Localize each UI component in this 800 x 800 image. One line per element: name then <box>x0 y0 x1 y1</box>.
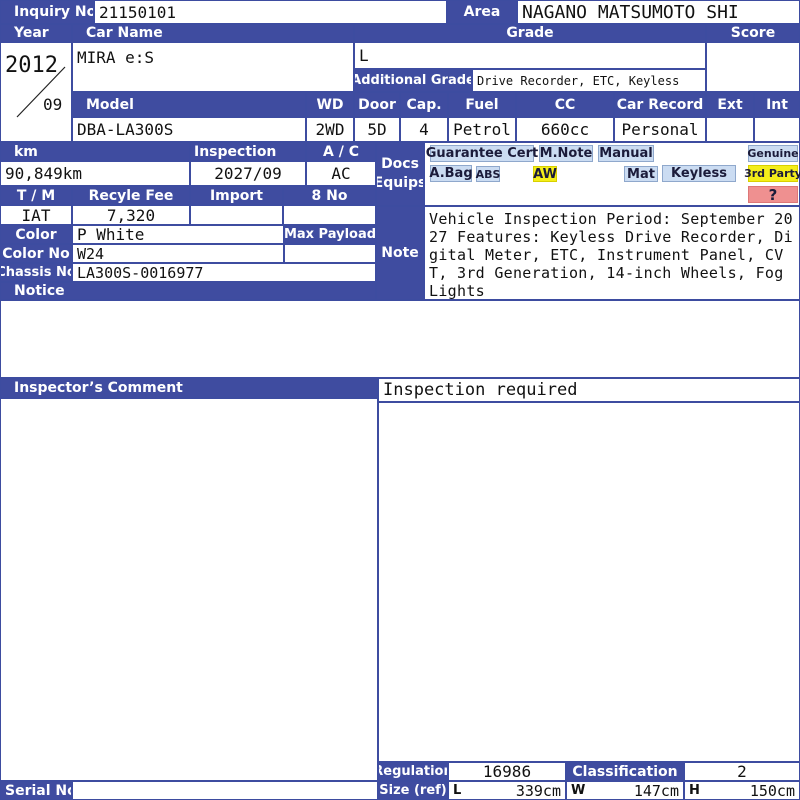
docs-equips-label: Docs Equips <box>376 142 424 206</box>
wd-label: WD <box>306 92 354 117</box>
year-label: Year <box>0 24 72 42</box>
car-record-label: Car Record <box>614 92 706 117</box>
size-l-label: L <box>453 783 462 798</box>
int-label: Int <box>754 92 800 117</box>
eight-no-value <box>283 205 376 225</box>
area-label: Area <box>447 0 517 24</box>
max-payload-label: Max Payload <box>284 225 376 244</box>
door-value: 5D <box>354 117 400 142</box>
area-value: NAGANO MATSUMOTO SHI <box>517 0 800 24</box>
max-payload-value <box>284 244 376 263</box>
size-l-value: 339cm <box>515 781 561 800</box>
docs-label: Docs <box>381 156 419 172</box>
serial-no-label: Serial No <box>0 781 72 800</box>
fuel-value: Petrol <box>448 117 516 142</box>
serial-no-value <box>72 781 378 800</box>
a-bag-tag: A.Bag <box>429 165 473 182</box>
car-record-value: Personal <box>614 117 706 142</box>
model-label: Model <box>72 92 306 117</box>
notice-label: Notice <box>0 282 376 300</box>
regulation-label: Regulation <box>378 762 448 781</box>
import-value <box>190 205 283 225</box>
km-label: km <box>0 142 190 161</box>
chassis-no-label: Chassis No <box>0 263 72 282</box>
ext-value <box>706 117 754 142</box>
third-party-tag: 3rd Party <box>744 165 800 182</box>
additional-grade-value: Drive Recorder, ETC, Keyless <box>472 69 706 92</box>
cc-value: 660cc <box>516 117 614 142</box>
model-value: DBA-LA300S <box>72 117 306 142</box>
inspection-value: 2027/09 <box>190 161 306 186</box>
color-label: Color <box>0 225 72 244</box>
classification-label: Classification <box>566 762 684 781</box>
inquiry-no-label: Inquiry No <box>0 0 94 24</box>
manual-tag: Manual <box>598 145 654 162</box>
grade-value: L <box>354 42 706 69</box>
recycle-fee-label: Recyle Fee <box>72 186 190 205</box>
car-name-label: Car Name <box>72 24 354 42</box>
inspector-comment-left-area <box>0 398 378 781</box>
color-no-label: Color No <box>0 244 72 263</box>
inspector-comment-right-area <box>378 402 800 762</box>
ac-value: AC <box>306 161 376 186</box>
keyless-tag: Keyless <box>662 165 736 182</box>
chassis-no-value: LA300S-0016977 <box>72 263 376 282</box>
tm-value: IAT <box>0 205 72 225</box>
ext-label: Ext <box>706 92 754 117</box>
car-name-value: MIRA e:S <box>72 42 354 92</box>
size-w-label: W <box>571 783 586 798</box>
note-value: Vehicle Inspection Period: September 202… <box>424 206 800 300</box>
fuel-label: Fuel <box>448 92 516 117</box>
size-w-value: 147cm <box>633 781 679 800</box>
m-note-tag: M.Note <box>539 145 593 162</box>
score-value <box>706 42 800 92</box>
door-label: Door <box>354 92 400 117</box>
size-w-cell: W 147cm <box>566 781 684 800</box>
int-value <box>754 117 800 142</box>
eight-no-label: 8 No <box>283 186 376 205</box>
score-label: Score <box>706 24 800 42</box>
regulation-value: 16986 <box>448 762 566 781</box>
size-l-cell: L 339cm <box>448 781 566 800</box>
inspector-comment-label: Inspector’s Comment <box>0 378 378 398</box>
abs-tag: ABS <box>475 166 501 182</box>
inspector-comment-value: Inspection required <box>378 378 800 402</box>
guarantee-cert-tag: Guarantee Cert <box>425 145 539 162</box>
inspection-label: Inspection <box>190 142 306 161</box>
size-h-label: H <box>689 783 700 798</box>
color-value: P White <box>72 225 284 244</box>
color-no-value: W24 <box>72 244 284 263</box>
tm-label: T / M <box>0 186 72 205</box>
aw-tag: AW <box>533 166 557 182</box>
size-h-cell: H 150cm <box>684 781 800 800</box>
grade-label: Grade <box>354 24 706 42</box>
note-label: Note <box>376 206 424 300</box>
cap-value: 4 <box>400 117 448 142</box>
mat-tag: Mat <box>624 166 658 182</box>
additional-grade-label: Additional Grade <box>354 69 472 92</box>
ac-label: A / C <box>306 142 376 161</box>
wd-value: 2WD <box>306 117 354 142</box>
unknown-tag: ? <box>748 186 798 204</box>
cc-label: CC <box>516 92 614 117</box>
year-box: 2012 09 <box>0 42 72 142</box>
recycle-fee-value: 7,320 <box>72 205 190 225</box>
classification-value: 2 <box>684 762 800 781</box>
size-h-value: 150cm <box>749 781 795 800</box>
km-value: 90,849km <box>0 161 190 186</box>
inquiry-no-value: 21150101 <box>94 0 447 24</box>
import-label: Import <box>190 186 283 205</box>
equips-label: Equips <box>376 175 424 191</box>
size-ref-label: Size (ref) <box>378 781 448 800</box>
month-value: 09 <box>43 95 63 114</box>
notice-area <box>0 300 800 378</box>
cap-label: Cap. <box>400 92 448 117</box>
genuine-tag: Genuine <box>747 145 799 162</box>
year-value: 2012 <box>5 53 58 78</box>
